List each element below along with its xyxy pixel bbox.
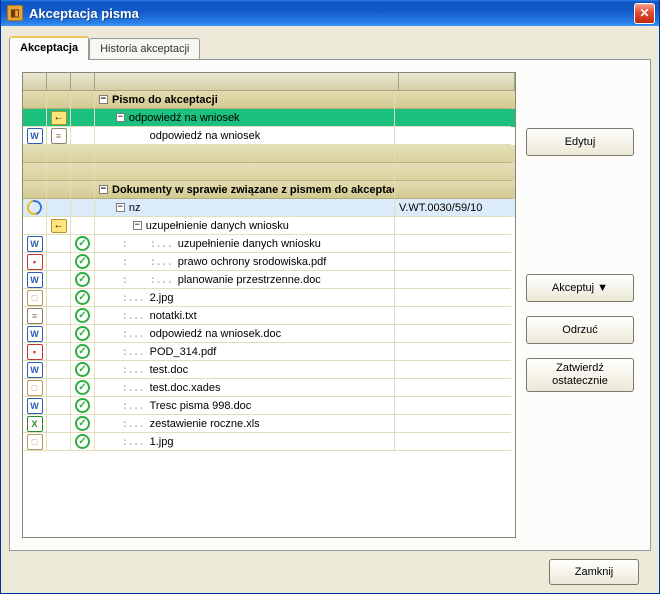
tree-row[interactable]: :... test.doc.xades	[23, 379, 515, 397]
excel-icon	[27, 416, 43, 432]
document-tree[interactable]: − Pismo do akceptacji − odpo	[22, 72, 516, 538]
folder-in-icon	[51, 111, 67, 125]
file-icon	[27, 290, 43, 306]
tree-item-label: test.doc.xades	[150, 382, 221, 394]
tree-row[interactable]: :... 1.jpg	[23, 433, 515, 451]
tree-item-label: zestawienie roczne.xls	[150, 418, 260, 430]
word-icon	[27, 326, 43, 342]
tree-item-label: POD_314.pdf	[150, 346, 217, 358]
tree-row[interactable]: :... zestawienie roczne.xls	[23, 415, 515, 433]
close-icon[interactable]: ✕	[634, 3, 655, 24]
accept-button[interactable]: Akceptuj ▼	[526, 274, 634, 302]
text-icon	[51, 128, 67, 144]
collapse-icon[interactable]: −	[116, 203, 125, 212]
section-label: Pismo do akceptacji	[112, 94, 218, 106]
check-icon	[75, 416, 90, 431]
tree-row[interactable]: :... notatki.txt	[23, 307, 515, 325]
tree-item-ref: V.WT.0030/59/10	[399, 202, 482, 214]
section-label: Dokumenty w sprawie związane z pismem do…	[112, 184, 395, 196]
check-icon	[75, 380, 90, 395]
tree-item-label: nz	[129, 202, 141, 214]
final-approve-label-2: ostatecznie	[552, 375, 608, 388]
tree-item-label: odpowiedź na wniosek	[129, 112, 240, 124]
tree-row[interactable]: : :... prawo ochrony srodowiska.pdf	[23, 253, 515, 271]
tree-row[interactable]: : :... uzupełnienie danych wniosku	[23, 235, 515, 253]
collapse-icon[interactable]: −	[116, 113, 125, 122]
check-icon	[75, 272, 90, 287]
tree-header	[23, 73, 515, 91]
word-icon	[27, 272, 43, 288]
tab-panel: − Pismo do akceptacji − odpo	[9, 59, 651, 551]
reject-button[interactable]: Odrzuć	[526, 316, 634, 344]
tree-section-header[interactable]: − Dokumenty w sprawie związane z pismem …	[23, 181, 515, 199]
collapse-icon[interactable]: −	[133, 221, 142, 230]
check-icon	[75, 236, 90, 251]
tree-item-label: uzupełnienie danych wniosku	[146, 220, 289, 232]
tree-section-header[interactable]: − Pismo do akceptacji	[23, 91, 515, 109]
close-button[interactable]: Zamknij	[549, 559, 639, 585]
tree-item-label: uzupełnienie danych wniosku	[178, 238, 321, 250]
client-area: Akceptacja Historia akceptacji	[1, 26, 659, 593]
folder-in-icon	[51, 219, 67, 233]
tree-item-label: Tresc pisma 998.doc	[150, 400, 252, 412]
app-icon: ◧	[7, 5, 23, 21]
tree-item-label: odpowiedź na wniosek	[150, 130, 261, 142]
tree-row[interactable]: − uzupełnienie danych wniosku	[23, 217, 515, 235]
button-column: Edytuj Akceptuj ▼ Odrzuć Zatwierdź ostat…	[526, 72, 634, 538]
word-icon	[27, 362, 43, 378]
check-icon	[75, 290, 90, 305]
tree-row[interactable]: :... test.doc	[23, 361, 515, 379]
check-icon	[75, 344, 90, 359]
tree-row[interactable]: : :... planowanie przestrzenne.doc	[23, 271, 515, 289]
pdf-icon	[27, 344, 43, 360]
tab-historia[interactable]: Historia akceptacji	[89, 38, 200, 59]
tree-item-label: 2.jpg	[150, 292, 174, 304]
tree-row[interactable]: − nz V.WT.0030/59/10	[23, 199, 515, 217]
check-icon	[75, 434, 90, 449]
check-icon	[75, 254, 90, 269]
refresh-icon	[24, 199, 44, 217]
edit-button[interactable]: Edytuj	[526, 128, 634, 156]
tree-rows: − Pismo do akceptacji − odpo	[23, 91, 515, 451]
titlebar: ◧ Akceptacja pisma ✕	[1, 0, 659, 26]
tree-blank-row	[23, 145, 515, 163]
tab-akceptacja[interactable]: Akceptacja	[9, 36, 89, 60]
word-icon	[27, 236, 43, 252]
tree-row[interactable]: :... POD_314.pdf	[23, 343, 515, 361]
check-icon	[75, 398, 90, 413]
tree-row[interactable]: :... odpowiedź na wniosek.doc	[23, 325, 515, 343]
dialog-footer: Zamknij	[9, 551, 651, 585]
word-icon	[27, 128, 43, 144]
word-icon	[27, 398, 43, 414]
dialog-window: ◧ Akceptacja pisma ✕ Akceptacja Historia…	[0, 0, 660, 594]
tab-strip: Akceptacja Historia akceptacji	[9, 36, 651, 59]
tree-row[interactable]: :... 2.jpg	[23, 289, 515, 307]
file-icon	[27, 380, 43, 396]
tree-row[interactable]: − odpowiedź na wniosek	[23, 109, 515, 127]
final-approve-label-1: Zatwierdź	[556, 362, 604, 375]
tree-item-label: prawo ochrony srodowiska.pdf	[178, 256, 327, 268]
tree-row[interactable]: odpowiedź na wniosek	[23, 127, 515, 145]
text-icon	[27, 308, 43, 324]
check-icon	[75, 362, 90, 377]
tree-item-label: odpowiedź na wniosek.doc	[150, 328, 281, 340]
tree-row[interactable]: :... Tresc pisma 998.doc	[23, 397, 515, 415]
collapse-icon[interactable]: −	[99, 185, 108, 194]
final-approve-button[interactable]: Zatwierdź ostatecznie	[526, 358, 634, 392]
check-icon	[75, 308, 90, 323]
check-icon	[75, 326, 90, 341]
tree-item-label: planowanie przestrzenne.doc	[178, 274, 321, 286]
pdf-icon	[27, 254, 43, 270]
window-title: Akceptacja pisma	[29, 6, 634, 21]
tree-item-label: test.doc	[150, 364, 189, 376]
file-icon	[27, 434, 43, 450]
collapse-icon[interactable]: −	[99, 95, 108, 104]
tree-item-label: 1.jpg	[150, 436, 174, 448]
tree-blank-row	[23, 163, 515, 181]
tree-item-label: notatki.txt	[150, 310, 197, 322]
